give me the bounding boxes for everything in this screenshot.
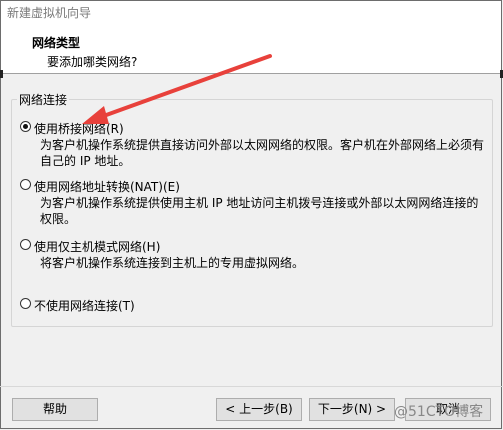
option-label[interactable]: 使用桥接网络(R) — [34, 120, 124, 137]
option-label[interactable]: 使用网络地址转换(NAT)(E) — [34, 178, 180, 195]
radio-bridged[interactable] — [20, 121, 31, 132]
radio-no-network[interactable] — [20, 298, 31, 309]
background-window-edge — [0, 70, 3, 78]
next-button[interactable]: 下一步(N) > — [309, 398, 395, 421]
option-description: 为客户机操作系统提供直接访问外部以太网网络的权限。客户机在外部网络上必须有自己的… — [40, 138, 485, 168]
page-subtitle: 要添加哪类网络? — [47, 55, 138, 69]
back-button[interactable]: < 上一步(B) — [216, 398, 302, 421]
option-description: 为客户机操作系统提供使用主机 IP 地址访问主机拨号连接或外部以太网网络连接的权… — [40, 196, 479, 226]
help-button[interactable]: 帮助 — [12, 398, 98, 421]
wizard-header: 网络类型 要添加哪类网络? — [1, 23, 501, 74]
radio-host-only[interactable] — [20, 239, 31, 250]
footer-divider — [0, 386, 503, 387]
radio-nat[interactable] — [20, 179, 31, 190]
watermark: @51CTO博客 — [394, 404, 484, 420]
window-title: 新建虚拟机向导 — [7, 6, 92, 20]
page-title: 网络类型 — [32, 36, 81, 50]
group-label: 网络连接 — [17, 91, 70, 108]
option-label[interactable]: 不使用网络连接(T) — [34, 297, 135, 314]
option-description: 将客户机操作系统连接到主机上的专用虚拟网络。 — [40, 256, 305, 270]
option-label[interactable]: 使用仅主机模式网络(H) — [34, 238, 160, 255]
title-bar: 新建虚拟机向导 — [1, 1, 501, 23]
